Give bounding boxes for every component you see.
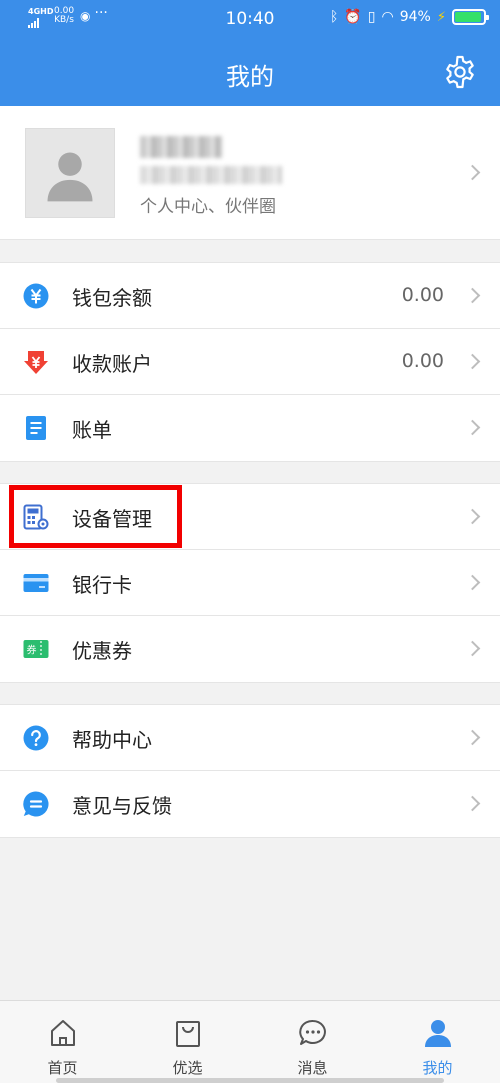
tab-mine[interactable]: 我的 xyxy=(375,1001,500,1083)
tab-messages[interactable]: 消息 xyxy=(250,1001,375,1083)
menu-item-bank-card[interactable]: 银行卡 xyxy=(0,550,500,616)
menu-group-support: 帮助中心 意见与反馈 xyxy=(0,704,500,838)
tab-label: 首页 xyxy=(47,1059,78,1077)
message-icon xyxy=(298,1019,326,1045)
coupon-icon-text: 券 xyxy=(27,644,37,657)
profile-subtitle: 个人中心、伙伴圈 xyxy=(140,197,276,217)
chevron-right-icon xyxy=(464,164,481,181)
user-name-blurred xyxy=(140,136,222,158)
home-indicator[interactable] xyxy=(56,1078,444,1083)
collection-yuan-icon xyxy=(24,351,48,374)
gear-icon[interactable] xyxy=(442,54,478,90)
user-icon xyxy=(424,1020,451,1047)
tab-label: 优选 xyxy=(172,1059,203,1077)
feedback-icon xyxy=(23,791,49,817)
battery-icon xyxy=(452,9,489,25)
home-icon xyxy=(50,1020,75,1046)
wifi-icon: ◠ xyxy=(381,9,394,25)
chevron-right-icon xyxy=(464,419,481,436)
menu-item-label: 银行卡 xyxy=(72,573,132,597)
page-title: 我的 xyxy=(226,63,274,91)
person-silhouette-icon xyxy=(47,152,93,202)
menu-item-label: 意见与反馈 xyxy=(72,794,172,818)
menu-item-help-center[interactable]: 帮助中心 xyxy=(0,705,500,771)
menu-item-value: 0.00 xyxy=(401,350,444,372)
battery-percent: 94% xyxy=(399,9,431,25)
menu-item-label: 账单 xyxy=(72,418,112,442)
tab-featured[interactable]: 优选 xyxy=(125,1001,250,1083)
tab-label: 消息 xyxy=(297,1059,328,1077)
chevron-right-icon xyxy=(464,287,481,304)
nav-bar: 我的 xyxy=(0,38,500,106)
coupon-icon: 券 xyxy=(23,640,49,658)
avatar xyxy=(25,128,115,218)
menu-item-feedback[interactable]: 意见与反馈 xyxy=(0,771,500,837)
user-phone-blurred xyxy=(140,166,282,184)
wallet-yuan-icon xyxy=(23,283,49,309)
bill-icon xyxy=(26,416,46,440)
highlight-box xyxy=(9,485,182,548)
tab-label: 我的 xyxy=(422,1059,453,1077)
bank-card-icon xyxy=(23,574,49,592)
charging-icon: ⚡ xyxy=(436,9,446,25)
chevron-right-icon xyxy=(464,574,481,591)
menu-item-label: 优惠券 xyxy=(72,639,132,663)
status-bar: 4GHD 0.00 KB/s ◉ ··· 10:40 ᛒ ⏰ ▯ ◠ 94% ⚡ xyxy=(0,0,500,38)
bluetooth-icon: ᛒ xyxy=(329,9,339,25)
chevron-right-icon xyxy=(464,729,481,746)
profile-card[interactable]: 个人中心、伙伴圈 xyxy=(0,106,500,240)
menu-item-label: 收款账户 xyxy=(72,352,152,376)
menu-item-bills[interactable]: 账单 xyxy=(0,395,500,461)
chevron-right-icon xyxy=(464,353,481,370)
menu-item-coupons[interactable]: 券 优惠券 xyxy=(0,616,500,682)
chevron-right-icon xyxy=(464,640,481,657)
tab-bar: 首页 优选 消息 我的 xyxy=(0,1000,500,1083)
menu-item-label: 帮助中心 xyxy=(72,728,152,752)
menu-item-collection-account[interactable]: 收款账户 0.00 xyxy=(0,329,500,395)
vibrate-icon: ▯ xyxy=(367,9,376,25)
chevron-right-icon xyxy=(464,795,481,812)
battery-fill xyxy=(455,12,482,22)
tab-home[interactable]: 首页 xyxy=(0,1001,125,1083)
alarm-icon: ⏰ xyxy=(344,9,362,25)
menu-item-label: 钱包余额 xyxy=(72,286,152,310)
chevron-right-icon xyxy=(464,508,481,525)
menu-item-wallet-balance[interactable]: 钱包余额 0.00 xyxy=(0,263,500,329)
menu-item-value: 0.00 xyxy=(401,284,444,306)
menu-group-wallet: 钱包余额 0.00 收款账户 0.00 账单 xyxy=(0,262,500,462)
help-icon xyxy=(23,725,49,751)
clock-text: 10:40 xyxy=(225,9,275,29)
shopping-bag-icon xyxy=(175,1021,200,1047)
